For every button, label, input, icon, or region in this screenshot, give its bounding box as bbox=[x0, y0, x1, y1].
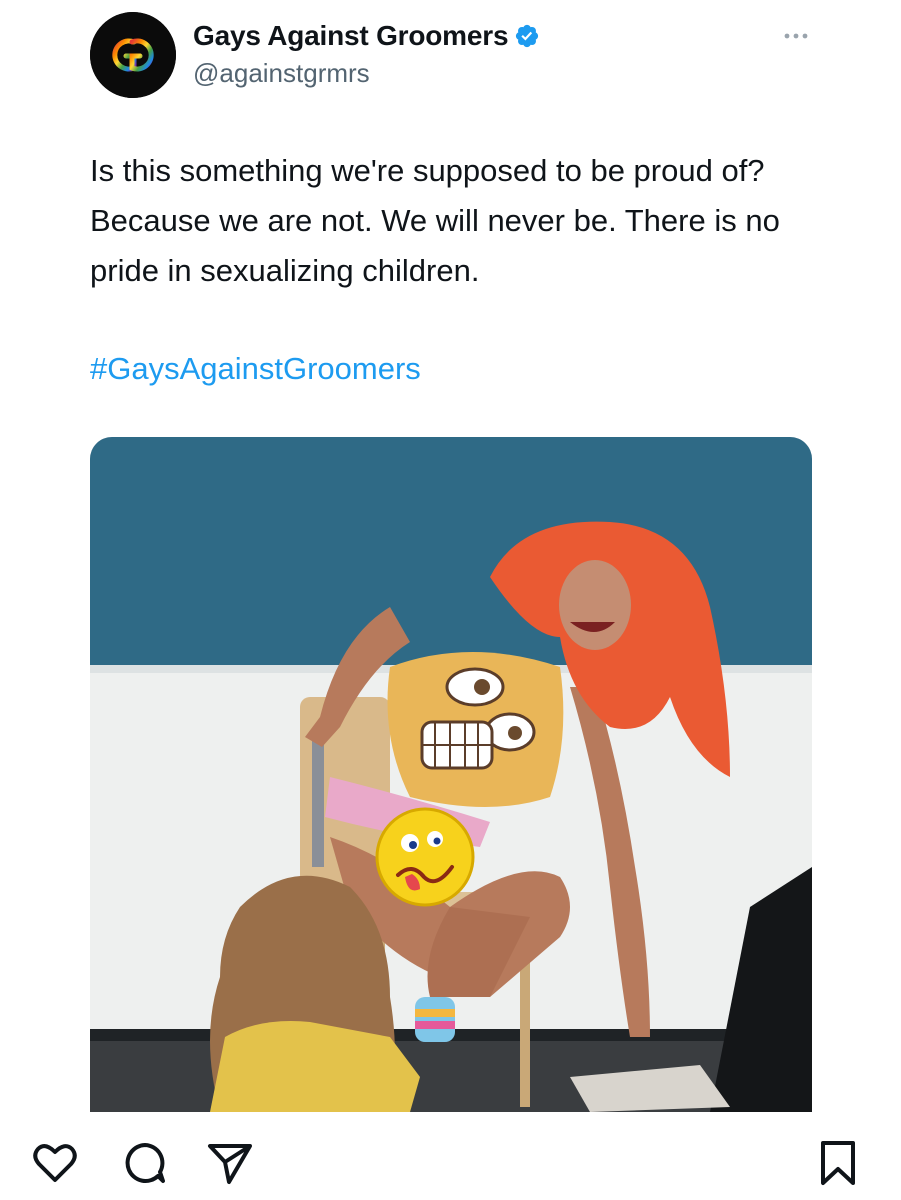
more-dots-icon[interactable] bbox=[781, 28, 811, 44]
heart-icon[interactable] bbox=[30, 1138, 80, 1188]
avatar[interactable] bbox=[90, 12, 176, 98]
post-text: Is this something we're supposed to be p… bbox=[90, 153, 780, 288]
author-name-row[interactable]: Gays Against Groomers bbox=[193, 20, 540, 52]
post-header: Gays Against Groomers @againstgrmrs bbox=[0, 0, 901, 110]
send-icon[interactable] bbox=[205, 1138, 255, 1188]
photo-illustration bbox=[90, 437, 812, 1112]
bookmark-icon[interactable] bbox=[813, 1138, 863, 1188]
post-photo[interactable] bbox=[90, 437, 812, 1112]
author-display-name[interactable]: Gays Against Groomers bbox=[193, 20, 509, 52]
verified-badge-icon bbox=[516, 24, 539, 48]
action-bar bbox=[0, 1130, 901, 1200]
comment-icon[interactable] bbox=[120, 1138, 170, 1188]
gg-logo-icon bbox=[90, 12, 176, 98]
author-handle[interactable]: @againstgrmrs bbox=[193, 58, 370, 89]
hashtag-link[interactable]: #GaysAgainstGroomers bbox=[90, 344, 421, 394]
